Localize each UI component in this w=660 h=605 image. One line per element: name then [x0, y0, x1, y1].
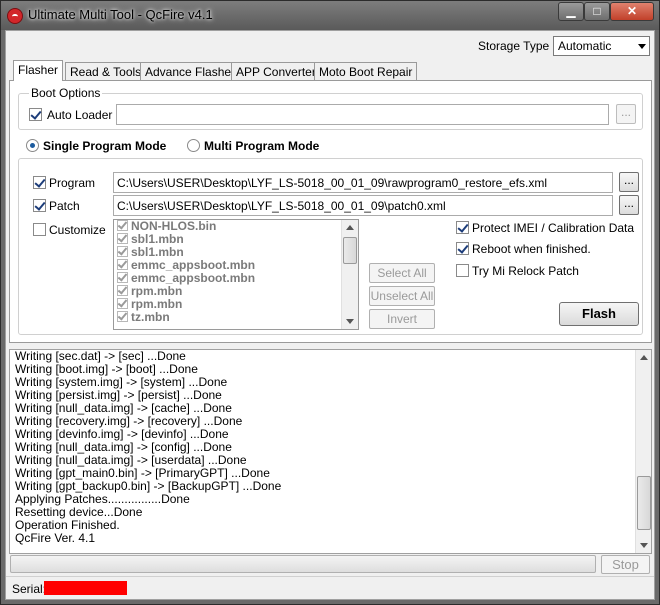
partition-checkbox[interactable]	[117, 220, 128, 231]
program-path-field[interactable]: C:\Users\USER\Desktop\LYF_LS-5018_00_01_…	[113, 172, 613, 193]
stop-button[interactable]: Stop	[601, 555, 650, 574]
single-program-mode-label: Single Program Mode	[43, 139, 167, 153]
scroll-thumb[interactable]	[637, 476, 651, 530]
tab-app-converter[interactable]: APP Converter	[231, 62, 321, 80]
auto-loader-path-field[interactable]	[116, 104, 609, 125]
scroll-down-icon[interactable]	[346, 319, 354, 324]
partition-name: emmc_appsboot.mbn	[131, 271, 256, 285]
mi-relock-label: Try Mi Relock Patch	[472, 264, 579, 278]
patch-path-field[interactable]: C:\Users\USER\Desktop\LYF_LS-5018_00_01_…	[113, 195, 613, 216]
mi-relock-checkbox[interactable]	[456, 264, 469, 277]
storage-type-label: Storage Type	[478, 39, 550, 53]
program-label: Program	[49, 176, 96, 190]
progress-bar	[10, 555, 596, 573]
scroll-up-icon[interactable]	[346, 225, 354, 230]
multi-program-mode-radio[interactable]	[187, 139, 200, 152]
unselect-all-button[interactable]: Unselect All	[369, 286, 435, 306]
title-bar[interactable]: Ultimate Multi Tool - QcFire v4.1 ▁ □ ✕	[1, 1, 659, 30]
single-program-mode-radio[interactable]	[26, 139, 39, 152]
log-scrollbar[interactable]	[635, 350, 651, 553]
log-output[interactable]: Writing [sec.dat] -> [sec] ...Done Writin…	[9, 349, 652, 554]
serial-redacted-value	[44, 581, 127, 595]
partition-items: NON-HLOS.bin sbl1.mbn sbl1.mbn emmc_appsboo…	[114, 220, 358, 324]
minimize-button[interactable]: ▁	[558, 2, 584, 21]
scroll-thumb[interactable]	[343, 237, 357, 264]
boot-options-title: Boot Options	[29, 86, 103, 100]
partition-name: emmc_appsboot.mbn	[131, 258, 256, 272]
chevron-down-icon	[638, 44, 646, 49]
tab-moto-boot-repair[interactable]: Moto Boot Repair	[314, 62, 418, 80]
log-line: Operation Finished.	[15, 518, 120, 532]
qcfire-app-icon	[7, 8, 23, 24]
partition-list-scrollbar[interactable]	[341, 220, 358, 329]
partition-name: sbl1.mbn	[131, 232, 184, 246]
app-window: Ultimate Multi Tool - QcFire v4.1 ▁ □ ✕ …	[0, 0, 660, 605]
customize-checkbox[interactable]	[33, 223, 46, 236]
customize-label: Customize	[49, 223, 106, 237]
flasher-panel: Boot Options Auto Loader ... Single Prog…	[9, 80, 652, 343]
partition-checkbox[interactable]	[117, 285, 128, 296]
partition-checkbox[interactable]	[117, 272, 128, 283]
scroll-up-icon[interactable]	[640, 355, 648, 360]
auto-loader-browse-button[interactable]: ...	[616, 104, 636, 124]
reboot-checkbox[interactable]	[456, 242, 469, 255]
partition-name: NON-HLOS.bin	[131, 219, 217, 233]
flash-button[interactable]: Flash	[559, 302, 639, 326]
close-button[interactable]: ✕	[610, 2, 654, 21]
tab-read-tools[interactable]: Read & Tools	[65, 62, 147, 80]
partition-name: tz.mbn	[131, 310, 170, 324]
patch-label: Patch	[49, 199, 80, 213]
partition-checkbox[interactable]	[117, 259, 128, 270]
main-client-area: Storage Type Automatic Flasher Read & To…	[5, 30, 655, 600]
log-lines: Writing [sec.dat] -> [sec] ...Done Writin…	[10, 350, 651, 545]
serial-label: Serial:	[12, 582, 47, 596]
scroll-down-icon[interactable]	[640, 543, 648, 548]
invert-button[interactable]: Invert	[369, 309, 435, 329]
partition-name: rpm.mbn	[131, 297, 183, 311]
protect-imei-checkbox[interactable]	[456, 221, 469, 234]
log-line: QcFire Ver. 4.1	[15, 531, 96, 545]
reboot-label: Reboot when finished.	[472, 242, 591, 256]
patch-checkbox[interactable]	[33, 199, 46, 212]
partition-checkbox[interactable]	[117, 246, 128, 257]
partition-list[interactable]: NON-HLOS.bin sbl1.mbn sbl1.mbn emmc_appsboo…	[113, 219, 359, 330]
tab-flasher[interactable]: Flasher	[13, 60, 64, 81]
select-all-button[interactable]: Select All	[369, 263, 435, 283]
multi-program-mode-label: Multi Program Mode	[204, 139, 320, 153]
status-bar: Serial:	[6, 576, 654, 600]
partition-item[interactable]: tz.mbn	[114, 311, 358, 324]
tab-advance-flasher[interactable]: Advance Flasher	[140, 62, 241, 80]
partition-checkbox[interactable]	[117, 233, 128, 244]
patch-browse-button[interactable]: ...	[619, 195, 639, 215]
program-browse-button[interactable]: ...	[619, 172, 639, 192]
program-checkbox[interactable]	[33, 176, 46, 189]
storage-type-value: Automatic	[558, 39, 612, 53]
protect-imei-label: Protect IMEI / Calibration Data	[472, 221, 635, 235]
auto-loader-checkbox[interactable]	[29, 108, 42, 121]
boot-options-group: Boot Options Auto Loader ...	[18, 86, 643, 130]
maximize-button[interactable]: □	[584, 2, 610, 21]
auto-loader-label: Auto Loader	[47, 108, 113, 122]
partition-name: sbl1.mbn	[131, 245, 184, 259]
window-title: Ultimate Multi Tool - QcFire v4.1	[28, 7, 213, 22]
storage-type-select[interactable]: Automatic	[553, 36, 650, 56]
partition-name: rpm.mbn	[131, 284, 183, 298]
partition-checkbox[interactable]	[117, 298, 128, 309]
partition-checkbox[interactable]	[117, 311, 128, 322]
